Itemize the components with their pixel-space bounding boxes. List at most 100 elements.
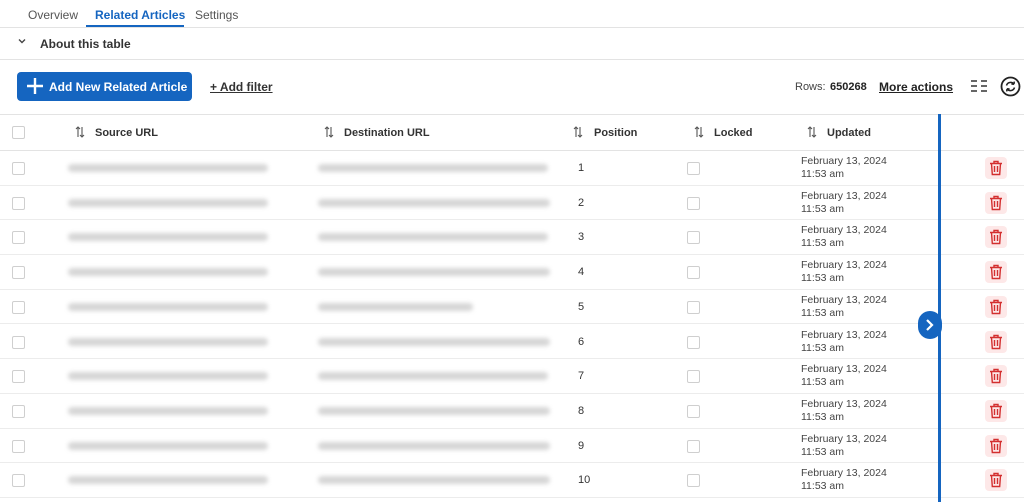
tab-overview[interactable]: Overview — [28, 8, 78, 22]
updated-time: 11:53 am — [801, 480, 844, 493]
sort-icon[interactable] — [324, 125, 334, 139]
destination-url-cell[interactable] — [318, 372, 548, 381]
row-select-checkbox[interactable] — [12, 335, 25, 349]
destination-url-cell[interactable] — [318, 476, 550, 485]
row-select-checkbox[interactable] — [12, 266, 25, 280]
updated-date: February 13, 2024 — [801, 397, 887, 410]
column-settings-icon[interactable] — [970, 79, 988, 93]
tab-bar: Overview Related Articles Settings — [0, 0, 1024, 28]
table-row[interactable]: 8 February 13, 2024 11:53 am — [0, 394, 1024, 429]
column-resize-handle[interactable] — [938, 114, 941, 502]
row-select-checkbox[interactable] — [12, 162, 25, 175]
source-url-cell[interactable] — [68, 198, 268, 207]
destination-url-cell[interactable] — [318, 198, 550, 207]
add-related-article-button[interactable]: Add New Related Article — [17, 72, 192, 101]
source-url-cell[interactable] — [68, 268, 268, 277]
row-select-checkbox[interactable] — [12, 196, 25, 210]
column-header-source-url[interactable]: Source URL — [95, 127, 158, 139]
destination-url-cell[interactable] — [318, 164, 548, 172]
destination-url-cell[interactable] — [318, 233, 548, 242]
delete-row-button[interactable] — [985, 469, 1007, 492]
destination-url-cell[interactable] — [318, 337, 550, 346]
rows-count: 650268 — [830, 81, 867, 93]
locked-checkbox[interactable] — [687, 231, 700, 245]
updated-time: 11:53 am — [801, 376, 844, 389]
row-select-checkbox[interactable] — [12, 231, 25, 245]
column-header-locked[interactable]: Locked — [714, 127, 753, 139]
source-url-cell[interactable] — [68, 337, 268, 346]
locked-checkbox[interactable] — [687, 300, 700, 314]
more-actions-link[interactable]: More actions — [879, 80, 953, 94]
row-select-checkbox[interactable] — [12, 300, 25, 314]
tab-related-articles[interactable]: Related Articles — [95, 8, 185, 22]
sort-icon[interactable] — [75, 125, 85, 139]
source-url-cell[interactable] — [68, 441, 268, 450]
delete-row-button[interactable] — [985, 226, 1007, 249]
table-row[interactable]: 6 February 13, 2024 11:53 am — [0, 325, 1024, 360]
position-cell: 5 — [578, 300, 585, 313]
source-url-cell[interactable] — [68, 406, 268, 415]
updated-cell: February 13, 2024 11:53 am — [801, 224, 887, 250]
delete-row-button[interactable] — [985, 365, 1007, 388]
delete-row-button[interactable] — [985, 330, 1007, 353]
source-url-cell[interactable] — [68, 302, 268, 311]
table-row[interactable]: 4 February 13, 2024 11:53 am — [0, 255, 1024, 290]
destination-url-cell[interactable] — [318, 268, 550, 277]
position-cell: 4 — [578, 266, 585, 279]
table-row[interactable]: 9 February 13, 2024 11:53 am — [0, 429, 1024, 464]
row-select-checkbox[interactable] — [12, 370, 25, 384]
table-row[interactable]: 7 February 13, 2024 11:53 am — [0, 359, 1024, 394]
trash-icon — [990, 264, 1002, 280]
locked-checkbox[interactable] — [687, 404, 700, 418]
delete-row-button[interactable] — [985, 191, 1007, 214]
source-url-cell[interactable] — [68, 233, 268, 242]
destination-url-cell[interactable] — [318, 441, 550, 450]
destination-url-cell[interactable] — [318, 302, 473, 311]
delete-row-button[interactable] — [985, 295, 1007, 318]
about-table-toggle[interactable]: About this table — [0, 28, 1024, 60]
tab-settings[interactable]: Settings — [195, 8, 238, 22]
destination-url-cell[interactable] — [318, 406, 550, 415]
select-all-checkbox[interactable] — [12, 126, 25, 139]
table-row[interactable]: 2 February 13, 2024 11:53 am — [0, 186, 1024, 221]
row-select-checkbox[interactable] — [12, 404, 25, 418]
table-row[interactable]: 3 February 13, 2024 11:53 am — [0, 220, 1024, 256]
locked-checkbox[interactable] — [687, 196, 700, 210]
locked-checkbox[interactable] — [687, 370, 700, 384]
delete-row-button[interactable] — [985, 434, 1007, 457]
row-select-checkbox[interactable] — [12, 439, 25, 453]
locked-checkbox[interactable] — [687, 439, 700, 453]
locked-checkbox[interactable] — [687, 335, 700, 349]
position-cell: 1 — [578, 162, 585, 174]
updated-date: February 13, 2024 — [801, 432, 887, 445]
sort-icon[interactable] — [807, 125, 817, 139]
delete-row-button[interactable] — [985, 157, 1007, 179]
locked-checkbox[interactable] — [687, 162, 700, 175]
sort-icon[interactable] — [573, 125, 583, 139]
updated-date: February 13, 2024 — [801, 224, 887, 237]
position-cell: 7 — [578, 370, 585, 383]
table-row[interactable]: 1 February 13, 2024 11:53 am — [0, 151, 1024, 186]
source-url-cell[interactable] — [68, 372, 268, 381]
trash-icon — [990, 368, 1002, 384]
locked-checkbox[interactable] — [687, 474, 700, 488]
updated-time: 11:53 am — [801, 237, 844, 250]
trash-icon — [990, 403, 1002, 419]
table-row[interactable]: 10 February 13, 2024 11:53 am — [0, 463, 1024, 498]
updated-date: February 13, 2024 — [801, 467, 887, 480]
column-header-position[interactable]: Position — [594, 127, 637, 139]
column-header-destination-url[interactable]: Destination URL — [344, 127, 430, 139]
source-url-cell[interactable] — [68, 476, 268, 485]
row-select-checkbox[interactable] — [12, 474, 25, 488]
source-url-cell[interactable] — [68, 164, 268, 172]
add-filter-link[interactable]: + Add filter — [210, 80, 273, 94]
table-row[interactable]: 5 February 13, 2024 11:53 am — [0, 290, 1024, 325]
column-header-updated[interactable]: Updated — [827, 127, 871, 139]
refresh-icon[interactable] — [1000, 76, 1021, 97]
expand-panel-button[interactable] — [918, 311, 942, 339]
sort-icon[interactable] — [694, 125, 704, 139]
delete-row-button[interactable] — [985, 399, 1007, 422]
chevron-right-icon — [926, 319, 934, 331]
locked-checkbox[interactable] — [687, 266, 700, 280]
delete-row-button[interactable] — [985, 261, 1007, 284]
